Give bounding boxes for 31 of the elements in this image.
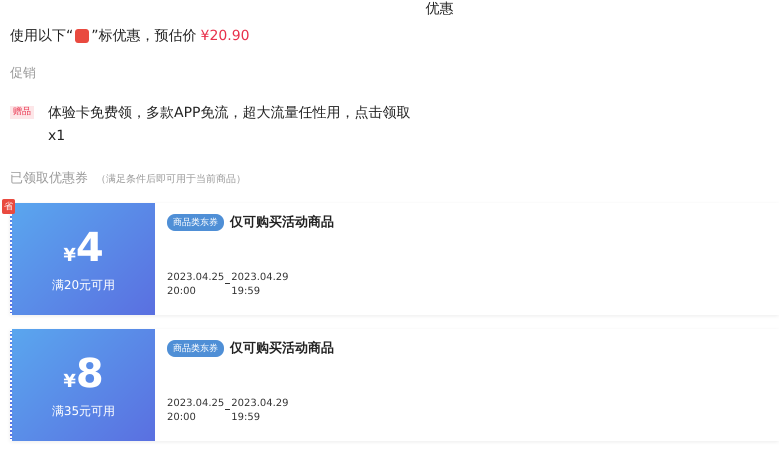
coupon-condition: 满35元可用 (52, 402, 116, 420)
end-date: 2023.04.29 (231, 397, 289, 411)
estimate-label: 使用以下“ (10, 27, 74, 45)
coupon-flag: 省 (2, 199, 15, 214)
start-date: 2023.04.25 (167, 397, 224, 411)
start-time: 20:00 (167, 285, 197, 299)
section-heading: 已领取优惠券 (10, 170, 88, 187)
coupon-type-tag: 商品类东券 (167, 340, 224, 356)
coupon-amount: 4 (76, 224, 104, 270)
start-date: 2023.04.25 (167, 271, 224, 285)
currency-sign: ¥ (63, 370, 76, 392)
coupon-description: 仅可购买活动商品 (230, 214, 334, 231)
estimate-label: ”标优惠，预估价 (91, 27, 197, 45)
coupon-amount: 8 (76, 350, 104, 396)
currency-sign: ¥ (63, 244, 76, 266)
coupon-condition: 满20元可用 (52, 276, 116, 294)
coupon-card[interactable]: ¥8 满35元可用 商品类东券 仅可购买活动商品 2023.04.25 20:00 2023.04.29 19:59 (10, 329, 779, 441)
end-date: 2023.04.29 (231, 271, 289, 285)
end-time: 19:59 (231, 411, 262, 425)
page-title: 优惠 (424, 0, 454, 18)
coupon-type-tag: 商品类东券 (167, 214, 224, 230)
start-time: 20:00 (167, 411, 197, 425)
estimated-price: ¥20.90 (200, 28, 250, 44)
promo-text[interactable]: 体验卡免费领，多款APP免流，超大流量任性用，点击领取 (48, 102, 410, 125)
promo-count: x1 (48, 127, 66, 146)
section-heading: 促销 (10, 65, 37, 82)
badge-icon (75, 29, 90, 43)
gift-tag: 赠品 (10, 106, 34, 119)
end-time: 19:59 (231, 285, 262, 299)
section-note: （满足条件后即可用于当前商品） (96, 172, 246, 186)
coupon-description: 仅可购买活动商品 (230, 340, 334, 357)
